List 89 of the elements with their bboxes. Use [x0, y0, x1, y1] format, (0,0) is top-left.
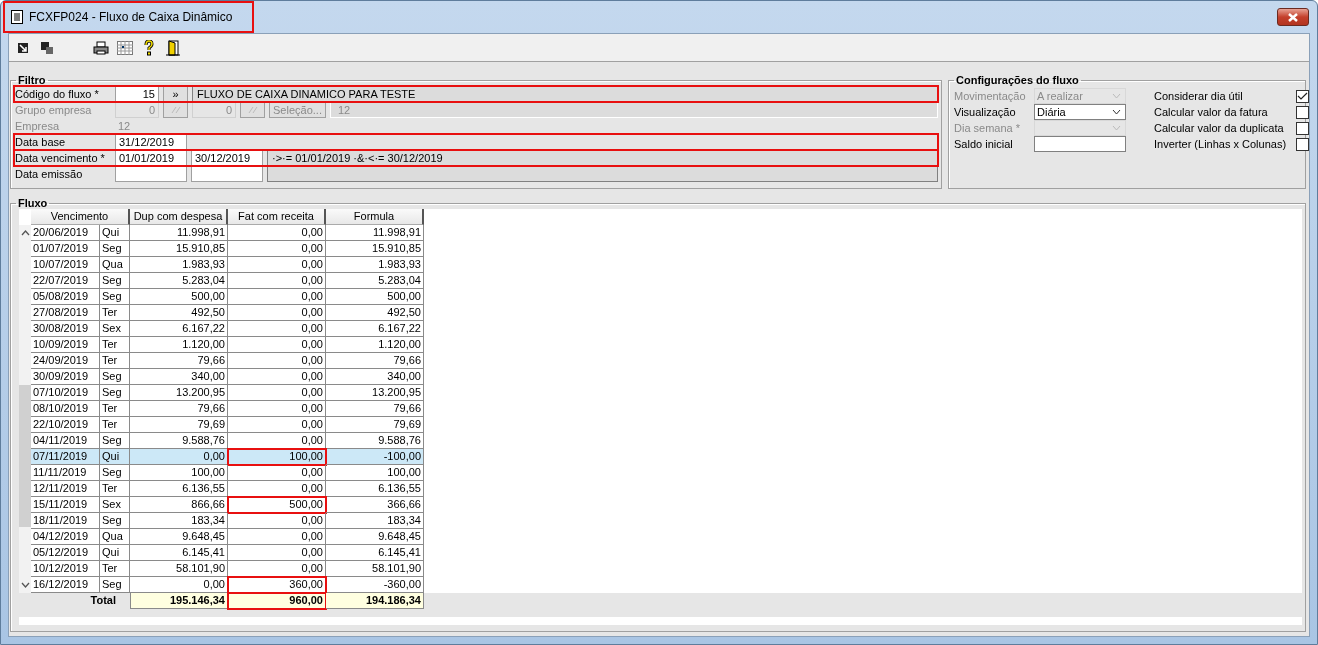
print-button[interactable] [92, 38, 110, 57]
field-label: Data vencimento * [14, 152, 106, 164]
column-header[interactable]: Formula [326, 209, 424, 225]
date-from-field[interactable]: 01/01/2019 [115, 150, 187, 166]
table-cell: 0,00 [228, 433, 326, 449]
table-row[interactable]: 15/11/2019 Sex 866,66 500,00 366,66 [31, 497, 424, 513]
table-row[interactable]: 10/12/2019 Ter 58.101,90 0,00 58.101,90 [31, 561, 424, 577]
option-label: Considerar dia útil [1154, 90, 1243, 102]
exit-button[interactable] [164, 38, 182, 57]
table-row[interactable]: 08/10/2019 Ter 79,66 0,00 79,66 [31, 401, 424, 417]
group-title: Configurações do fluxo [955, 74, 1080, 86]
table-cell: 500,00 [228, 497, 326, 513]
table-row[interactable]: 22/10/2019 Ter 79,69 0,00 79,69 [31, 417, 424, 433]
table-row[interactable]: 04/11/2019 Seg 9.588,76 0,00 9.588,76 [31, 433, 424, 449]
arrow-icon [16, 40, 30, 55]
column-header[interactable]: Fat com receita [228, 209, 326, 225]
question-icon [144, 39, 154, 56]
total-cell: 960,00 [228, 593, 326, 609]
slash-icon [247, 106, 258, 114]
field-label: Saldo inicial [954, 138, 1014, 150]
checkbox[interactable] [1296, 121, 1309, 135]
table-row[interactable]: 18/11/2019 Seg 183,34 0,00 183,34 [31, 513, 424, 529]
field-label: Empresa [14, 120, 61, 132]
company-value: 12 [117, 120, 131, 132]
table-row[interactable]: 05/12/2019 Qui 6.145,41 0,00 6.145,41 [31, 545, 424, 561]
field-label: Grupo empresa [14, 104, 93, 116]
date-field[interactable]: 31/12/2019 [115, 134, 187, 150]
table-row[interactable]: 30/09/2019 Seg 340,00 0,00 340,00 [31, 369, 424, 385]
squares-icon [40, 40, 54, 55]
field-label: Movimentação [954, 90, 1027, 102]
group-title: Fluxo [17, 197, 49, 209]
printer-icon [93, 40, 109, 55]
group-title: Filtro [17, 74, 47, 86]
chevron-icon [1112, 109, 1121, 115]
checkbox[interactable] [1296, 89, 1309, 103]
option-label: Calcular valor da duplicata [1154, 122, 1284, 134]
table-row[interactable]: 24/09/2019 Ter 79,66 0,00 79,66 [31, 353, 424, 369]
field-label: Data emissão [14, 168, 84, 180]
document-icon [11, 10, 23, 24]
table-row[interactable]: 07/11/2019 Qui 0,00 100,00 -100,00 [31, 449, 424, 465]
chevron-icon [1112, 125, 1121, 131]
select-field[interactable] [1034, 120, 1126, 136]
table-row[interactable]: 12/11/2019 Ter 6.136,55 0,00 6.136,55 [31, 481, 424, 497]
table-row[interactable]: 30/08/2019 Sex 6.167,22 0,00 6.167,22 [31, 321, 424, 337]
checkbox[interactable] [1296, 137, 1309, 151]
grid-icon [117, 40, 133, 55]
chevron-icon [1112, 93, 1121, 99]
option-label: Inverter (Linhas x Colunas) [1154, 138, 1287, 150]
table-row[interactable]: 05/08/2019 Seg 500,00 0,00 500,00 [31, 289, 424, 305]
table-row[interactable]: 16/12/2019 Seg 0,00 360,00 -360,00 [31, 577, 424, 593]
total-cell: 195.146,34 [130, 593, 228, 609]
field-label: Dia semana * [954, 122, 1022, 134]
total-label: Total [89, 593, 117, 608]
table-cell: 0,00 [228, 481, 326, 497]
slash-icon [170, 106, 181, 114]
table-row[interactable]: 27/08/2019 Ter 492,50 0,00 492,50 [31, 305, 424, 321]
description-field: FLUXO DE CAIXA DINAMICO PARA TESTE [192, 86, 938, 102]
table-row[interactable]: 07/10/2019 Seg 13.200,95 0,00 13.200,95 [31, 385, 424, 401]
table-row[interactable]: 10/07/2019 Qua 1.983,93 0,00 1.983,93 [31, 257, 424, 273]
table-row[interactable]: 20/06/2019 Qui 11.998,91 0,00 11.998,91 [31, 225, 424, 241]
check-icon [1297, 91, 1308, 101]
checkbox[interactable] [1296, 105, 1309, 119]
total-cell: 194.186,34 [326, 593, 424, 609]
option-label: Calcular valor da fatura [1154, 106, 1268, 118]
field-label: Data base [14, 136, 67, 148]
table-row[interactable]: 22/07/2019 Seg 5.283,04 0,00 5.283,04 [31, 273, 424, 289]
column-header[interactable]: Dup com despesa [130, 209, 228, 225]
table-row[interactable]: 10/09/2019 Ter 1.120,00 0,00 1.120,00 [31, 337, 424, 353]
window-title: FCXFP024 - Fluxo de Caixa Dinâmico [29, 10, 233, 24]
table-row[interactable]: 11/11/2019 Seg 100,00 0,00 100,00 [31, 465, 424, 481]
close-button[interactable] [1277, 8, 1309, 26]
input-field[interactable] [1034, 136, 1126, 152]
expression-field: ·>·= 01/01/2019 ·&·<·= 30/12/2019 [267, 150, 938, 166]
scrollbar-thumb[interactable] [19, 385, 31, 527]
door-icon [166, 39, 180, 56]
lookup-button[interactable]: » [163, 86, 188, 102]
grid-button[interactable] [116, 38, 134, 57]
column-header[interactable]: Vencimento [31, 209, 130, 225]
select-field[interactable]: Diária [1034, 104, 1126, 120]
table-row[interactable]: 01/07/2019 Seg 15.910,85 0,00 15.910,85 [31, 241, 424, 257]
table-cell: 0,00 [228, 561, 326, 577]
table-cell: 360,00 [228, 577, 326, 593]
date-to-field[interactable]: 30/12/2019 [191, 150, 263, 166]
table-cell: 100,00 [228, 449, 326, 465]
code-field[interactable]: 15 [115, 86, 159, 102]
table-row[interactable]: 04/12/2019 Qua 9.648,45 0,00 9.648,45 [31, 529, 424, 545]
field-label: Visualização [954, 106, 1017, 118]
field-label: Código do fluxo * [14, 88, 100, 100]
close-icon [1287, 12, 1299, 22]
